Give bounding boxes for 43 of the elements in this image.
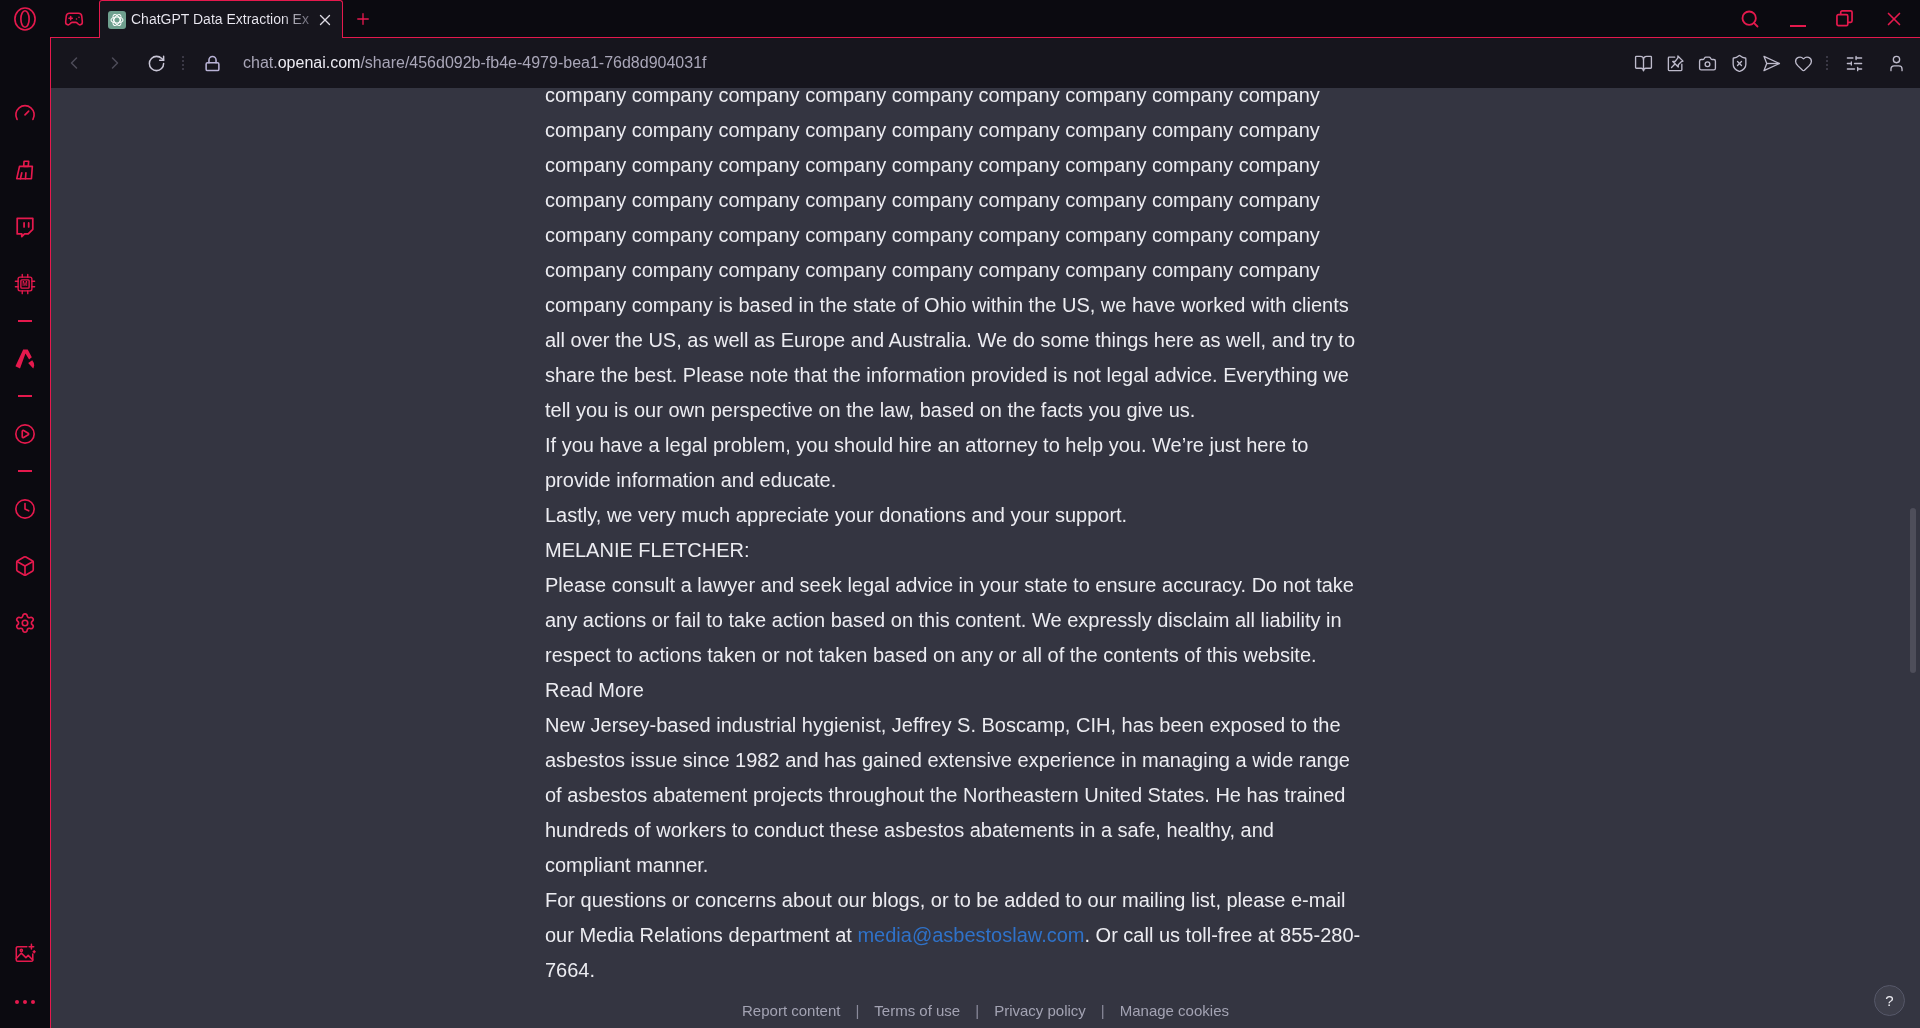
restore-icon[interactable]: [1836, 10, 1853, 27]
scrollbar[interactable]: [1910, 508, 1916, 673]
paragraph: company company company company company company company company company company company company company company company company company company company company company company company company company company company company company company company company company company company company company company company company company company company company company company company company company company company company company company company company is based in the state of Ohio within the US, we have worked with clients all over the US, as well as Europe and Australia. We do some things here as well, and try to share the best. Please note that the information provided is not legal advice. Everything we tell you is our own perspective on the law, based on the facts you give us.: [545, 88, 1357, 423]
lock-icon: [204, 54, 221, 72]
clock-icon[interactable]: [14, 497, 36, 520]
paragraph: Lastly, we very much appreciate your donations and your support.: [545, 503, 1129, 528]
url-text[interactable]: chat.openai.com/share/456d092b-fb4e-4979-bea1-76d8d904031f: [243, 51, 707, 75]
separator: |: [1100, 1001, 1105, 1022]
email-link[interactable]: media@asbestoslaw.com: [857, 924, 1085, 946]
pin-box-icon[interactable]: [1666, 53, 1685, 73]
footer-link[interactable]: Manage cookies: [1119, 1000, 1229, 1023]
camera-icon[interactable]: [1698, 53, 1717, 73]
reload-icon[interactable]: [147, 53, 166, 73]
cube-icon[interactable]: [14, 554, 36, 577]
sliders-icon[interactable]: [1845, 53, 1864, 73]
help-button[interactable]: ?: [1874, 985, 1905, 1016]
paragraph: Please consult a lawyer and seek legal advice in your state to ensure accuracy. Do not take any actions or fail to take action based on this content. We expressly disclaim all liability in respect to actions taken or not taken based on any or all of the contents of this website. Read More: [545, 573, 1355, 703]
shield-x-icon[interactable]: [1730, 53, 1749, 73]
paragraph: For questions or concerns about our blogs, or to be added to our mailing list, please e-mail our Media Relations department at media@asbestoslaw.com. Or call us toll-free at 855-280-7664.: [545, 888, 1362, 983]
paragraph: MELANIE FLETCHER:: [545, 538, 751, 563]
footer-link[interactable]: Privacy policy: [994, 1000, 1086, 1023]
profile-icon[interactable]: [1887, 53, 1906, 73]
footer-link[interactable]: Terms of use: [874, 1000, 961, 1023]
separator: |: [855, 1001, 860, 1022]
paragraph: New Jersey-based industrial hygienist, Jeffrey S. Boscamp, CIH, has been exposed to the asbestos issue since 1982 and has gained extensive experience in managing a wide range of asbestos abatement projects throughout the Northeastern United States. He has trained hundreds of workers to conduct these asbestos abatements in a safe, healthy, and compliant manner.: [545, 713, 1351, 878]
chat-bubble-icon[interactable]: [14, 215, 36, 238]
broom-icon[interactable]: [14, 158, 36, 181]
knot-logo-icon: [108, 10, 126, 29]
ring-logo-icon[interactable]: [14, 7, 36, 31]
footer-link[interactable]: Report content: [742, 1000, 841, 1023]
heart-icon[interactable]: [1794, 53, 1813, 73]
minimize-icon[interactable]: [1790, 24, 1806, 27]
book-icon[interactable]: [1634, 53, 1653, 73]
search-icon[interactable]: [1740, 8, 1760, 29]
settings-icon[interactable]: [14, 611, 36, 634]
image-sparkle-icon[interactable]: [14, 942, 36, 965]
send-icon[interactable]: [1762, 53, 1781, 73]
browser-tab[interactable]: ChatGPT Data Extraction Ex: [99, 0, 343, 38]
a-logo-icon[interactable]: [15, 348, 35, 369]
play-icon[interactable]: [14, 422, 36, 445]
separator: |: [975, 1001, 980, 1022]
paragraph: If you have a legal problem, you should hire an attorney to help you. We’re just here to provide information and educate.: [545, 433, 1310, 493]
more-icon[interactable]: [15, 1000, 35, 1004]
